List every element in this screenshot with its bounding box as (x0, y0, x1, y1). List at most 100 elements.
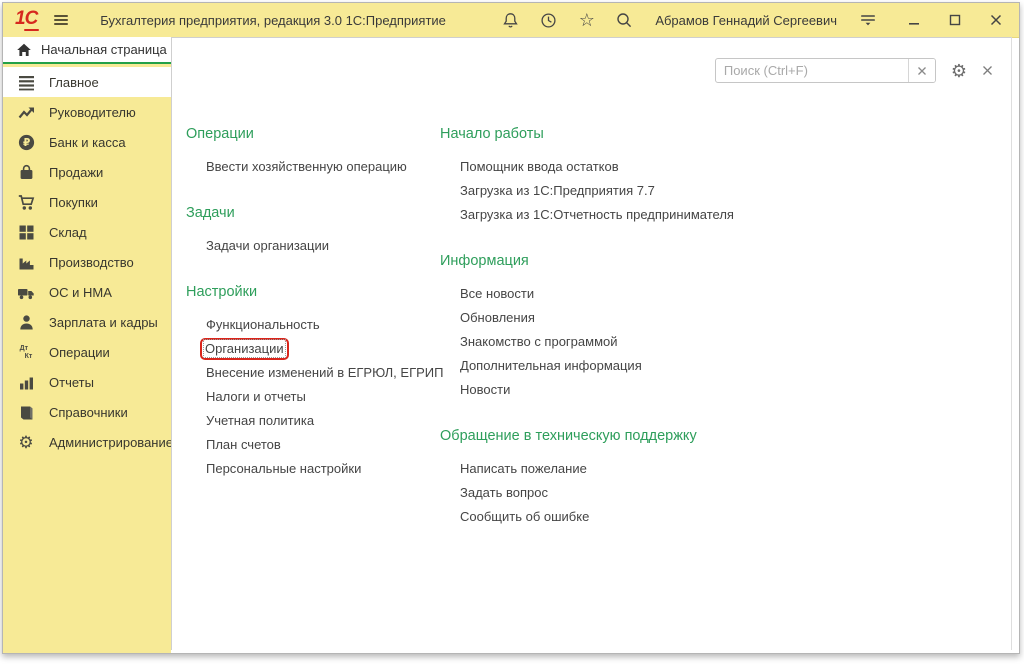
cart-icon (3, 194, 49, 211)
svg-text:₽: ₽ (23, 137, 30, 149)
search-input[interactable] (716, 59, 908, 82)
service-settings-icon[interactable] (858, 11, 877, 30)
sidebar-item-administrirovanie[interactable]: ⚙ Администрирование (3, 427, 171, 457)
home-sections: Операции Ввести хозяйственную операцию З… (186, 126, 1001, 555)
sidebar-item-bank-i-kassa[interactable]: ₽ Банк и касса (3, 127, 171, 157)
section-title: Операции (186, 126, 440, 143)
home-page-panel: ⚙ Операции Ввести хозяйственную операцию… (171, 37, 1012, 650)
link-soobshit-ob-oshibke[interactable]: Сообщить об ошибке (460, 505, 1001, 529)
link-zadachi-organizacii[interactable]: Задачи организации (206, 234, 440, 258)
link-organizacii[interactable]: Организации (205, 341, 284, 356)
sidebar-item-label: Зарплата и кадры (49, 315, 158, 330)
annotation-red-box: Организации (200, 338, 289, 360)
minimize-button[interactable] (904, 11, 923, 30)
window-title: Бухгалтерия предприятия, редакция 3.0 1С… (100, 13, 446, 28)
search-clear-icon[interactable] (908, 59, 935, 82)
sidebar-item-label: Операции (49, 345, 110, 360)
panel-close-icon[interactable] (982, 65, 993, 76)
sidebar-item-label: Продажи (49, 165, 103, 180)
section-title: Задачи (186, 205, 440, 222)
favorites-star-icon[interactable]: ☆ (577, 11, 596, 30)
section-title: Начало работы (440, 126, 1001, 143)
sidebar: Начальная страница Главное Руководителю … (3, 37, 171, 653)
sidebar-item-os-i-nma[interactable]: ОС и НМА (3, 277, 171, 307)
app-window: 1С Бухгалтерия предприятия, редакция 3.0… (2, 2, 1020, 654)
section-title: Настройки (186, 284, 440, 301)
link-zagruzka-otchetnost[interactable]: Загрузка из 1С:Отчетность предпринимател… (460, 203, 1001, 227)
link-nalogi-i-otchety[interactable]: Налоги и отчеты (206, 385, 440, 409)
sidebar-item-label: Склад (49, 225, 87, 240)
home-icon (16, 42, 32, 58)
sidebar-item-otchety[interactable]: Отчеты (3, 367, 171, 397)
searchbar: ⚙ (715, 58, 993, 83)
section-title: Обращение в техническую поддержку (440, 428, 1001, 445)
section-tehpodderzhka: Обращение в техническую поддержку Написа… (440, 428, 1001, 529)
grid-icon (3, 224, 49, 241)
sidebar-item-label: Главное (49, 75, 99, 90)
link-znakomstvo[interactable]: Знакомство с программой (460, 330, 1001, 354)
maximize-button[interactable] (945, 11, 964, 30)
person-icon (3, 314, 49, 331)
sidebar-item-rukovoditelyu[interactable]: Руководителю (3, 97, 171, 127)
notifications-bell-icon[interactable] (501, 11, 520, 30)
current-user[interactable]: Абрамов Геннадий Сергеевич (655, 13, 837, 28)
tab-home-page[interactable]: Начальная страница (3, 37, 171, 64)
sidebar-item-label: Администрирование (49, 435, 173, 450)
link-funkcionalnost[interactable]: Функциональность (206, 313, 440, 337)
sidebar-item-pokupki[interactable]: Покупки (3, 187, 171, 217)
history-icon[interactable] (539, 11, 558, 30)
section-zadachi: Задачи Задачи организации (186, 205, 440, 258)
sidebar-nav: Главное Руководителю ₽ Банк и касса Прод… (3, 64, 171, 457)
link-vse-novosti[interactable]: Все новости (460, 282, 1001, 306)
link-zadat-vopros[interactable]: Задать вопрос (460, 481, 1001, 505)
main-menu-icon[interactable] (51, 11, 70, 30)
truck-icon (3, 284, 49, 301)
link-plan-schetov[interactable]: План счетов (206, 433, 440, 457)
link-zagruzka-77[interactable]: Загрузка из 1С:Предприятия 7.7 (460, 179, 1001, 203)
sidebar-item-label: Справочники (49, 405, 128, 420)
close-button[interactable] (986, 11, 1005, 30)
section-title: Информация (440, 253, 1001, 270)
section-operacii: Операции Ввести хозяйственную операцию (186, 126, 440, 179)
trend-icon (3, 104, 49, 121)
bag-icon (3, 164, 49, 181)
sidebar-item-label: Руководителю (49, 105, 136, 120)
sidebar-item-label: Отчеты (49, 375, 94, 390)
link-pomoshnik-ostatkov[interactable]: Помощник ввода остатков (460, 155, 1001, 179)
menu-lines-icon (3, 74, 49, 91)
sidebar-item-label: ОС и НМА (49, 285, 112, 300)
sidebar-item-operacii[interactable]: ДтКт Операции (3, 337, 171, 367)
link-novosti[interactable]: Новости (460, 378, 1001, 402)
1c-logo: 1С (15, 9, 37, 31)
section-nachalo-raboty: Начало работы Помощник ввода остатков За… (440, 126, 1001, 227)
sidebar-item-spravochniki[interactable]: Справочники (3, 397, 171, 427)
link-egrul-egrip[interactable]: Внесение изменений в ЕГРЮЛ, ЕГРИП (206, 361, 440, 385)
column-left: Операции Ввести хозяйственную операцию З… (186, 126, 440, 555)
dtkt-icon: ДтКт (3, 345, 49, 360)
sidebar-item-prodazhi[interactable]: Продажи (3, 157, 171, 187)
factory-icon (3, 254, 49, 271)
titlebar: 1С Бухгалтерия предприятия, редакция 3.0… (3, 3, 1019, 38)
sidebar-item-glavnoe[interactable]: Главное (3, 67, 171, 97)
sidebar-item-zarplata-i-kadry[interactable]: Зарплата и кадры (3, 307, 171, 337)
link-napisat-pozhelanie[interactable]: Написать пожелание (460, 457, 1001, 481)
global-search-icon[interactable] (615, 11, 634, 30)
link-personalnye-nastroiki[interactable]: Персональные настройки (206, 457, 440, 481)
sidebar-item-label: Покупки (49, 195, 98, 210)
sidebar-item-label: Производство (49, 255, 134, 270)
ruble-circle-icon: ₽ (3, 134, 49, 151)
sidebar-item-proizvodstvo[interactable]: Производство (3, 247, 171, 277)
bar-chart-icon (3, 374, 49, 391)
section-nastroiki: Настройки Функциональность Организации В… (186, 284, 440, 481)
section-informaciya: Информация Все новости Обновления Знаком… (440, 253, 1001, 402)
sidebar-item-label: Банк и касса (49, 135, 126, 150)
link-obnovleniya[interactable]: Обновления (460, 306, 1001, 330)
gear-icon: ⚙ (3, 434, 49, 451)
book-icon (3, 404, 49, 421)
panel-settings-gear-icon[interactable]: ⚙ (951, 62, 967, 80)
tab-label: Начальная страница (41, 42, 167, 57)
link-vvesti-operaciyu[interactable]: Ввести хозяйственную операцию (206, 155, 440, 179)
sidebar-item-sklad[interactable]: Склад (3, 217, 171, 247)
link-dop-informaciya[interactable]: Дополнительная информация (460, 354, 1001, 378)
link-uchetnaya-politika[interactable]: Учетная политика (206, 409, 440, 433)
